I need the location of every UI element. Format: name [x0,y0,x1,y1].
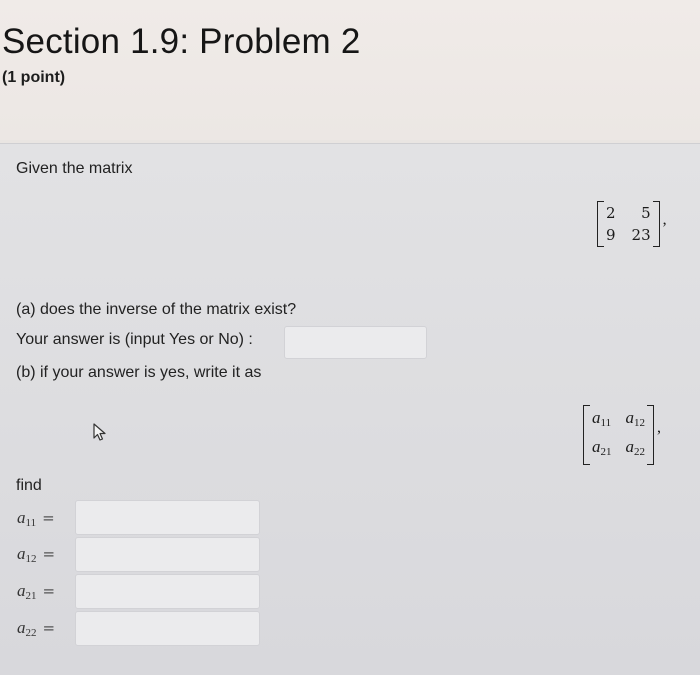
a22-input[interactable] [75,611,260,646]
a21-label: a21 = [17,581,56,602]
matrix-comma: , [662,211,667,228]
a11-input[interactable] [75,500,260,535]
a11-label: a11 = [17,508,55,529]
part-a-text: (a) does the inverse of the matrix exist… [16,301,297,318]
inverse-cell-a21: a21 [592,437,612,458]
matrix-cell: 2 [606,204,616,222]
given-matrix: 2 5 9 23 , [597,201,667,247]
inverse-cell-a22: a22 [625,437,646,458]
matrix-right-bracket [652,201,660,247]
find-label: find [16,477,42,494]
problem-header: Section 1.9: Problem 2 (1 point) [0,0,700,140]
points-label: (1 point) [2,69,66,86]
a12-input[interactable] [75,537,260,572]
matrix-cell: 5 [641,204,651,222]
answer-prompt: Your answer is (input Yes or No) : [16,331,253,348]
yes-no-input[interactable] [284,326,427,359]
inverse-cell-a11: a11 [592,408,612,429]
matrix-comma: , [657,419,661,436]
matrix-cell: 9 [606,226,616,244]
page-title: Section 1.9: Problem 2 [2,22,361,61]
a12-label: a12 = [17,544,56,565]
intro-text: Given the matrix [16,160,133,177]
given-matrix-grid: 2 5 9 23 [604,201,653,247]
matrix-cell: 23 [631,226,651,244]
matrix-left-bracket [597,201,604,247]
matrix-left-bracket [583,405,590,465]
a21-input[interactable] [75,574,260,609]
a22-label: a22 = [17,618,56,639]
matrix-right-bracket [647,405,654,465]
inverse-cell-a12: a12 [625,408,646,429]
mouse-pointer-icon [93,423,106,441]
inverse-matrix-grid: a11 a12 a21 a22 [590,405,647,465]
inverse-matrix: a11 a12 a21 a22 , [583,405,661,465]
part-b-text: (b) if your answer is yes, write it as [16,364,262,381]
